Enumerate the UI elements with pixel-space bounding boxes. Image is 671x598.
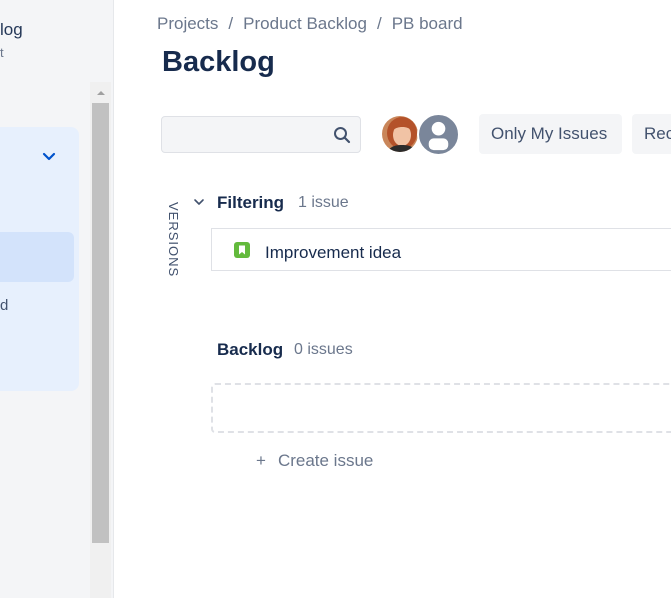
create-issue-button[interactable]: + Create issue xyxy=(256,451,373,471)
sidebar-project-subtitle: t xyxy=(0,45,4,60)
sprint-issue-count: 1 issue xyxy=(298,194,349,211)
chevron-down-icon[interactable] xyxy=(42,150,56,164)
scrollbar-thumb[interactable] xyxy=(92,103,109,543)
empty-backlog-dropzone[interactable] xyxy=(211,383,671,433)
sidebar-item-active[interactable] xyxy=(0,232,74,282)
issue-card[interactable]: Improvement idea xyxy=(211,228,671,271)
breadcrumb-separator: / xyxy=(376,14,382,33)
breadcrumb-pb-board[interactable]: PB board xyxy=(392,14,463,33)
page-title: Backlog xyxy=(162,46,275,78)
avatar-placeholder[interactable] xyxy=(417,113,460,156)
chevron-down-icon[interactable] xyxy=(192,195,206,209)
recently-updated-button[interactable]: Rec xyxy=(632,114,671,154)
versions-panel-tab[interactable]: VERSIONS xyxy=(163,200,183,278)
story-icon xyxy=(234,242,250,258)
user-photo-icon xyxy=(382,116,418,152)
create-issue-label: Create issue xyxy=(277,451,374,470)
issue-summary: Improvement idea xyxy=(265,243,402,262)
breadcrumb-separator: / xyxy=(228,14,234,33)
search-icon xyxy=(334,127,351,144)
only-my-issues-button[interactable]: Only My Issues xyxy=(479,114,622,154)
avatar[interactable] xyxy=(380,114,420,154)
versions-tab-label: VERSIONS xyxy=(166,202,181,278)
sidebar-project-title[interactable]: log xyxy=(0,20,23,40)
sprint-name[interactable]: Filtering xyxy=(217,193,284,213)
scroll-up-arrow-icon[interactable] xyxy=(94,86,108,100)
breadcrumb-product-backlog[interactable]: Product Backlog xyxy=(243,14,367,33)
breadcrumb-projects[interactable]: Projects xyxy=(157,14,218,33)
backlog-issue-count: 0 issues xyxy=(294,341,353,358)
search-input[interactable] xyxy=(161,116,361,153)
sidebar-item[interactable]: d xyxy=(0,297,8,314)
breadcrumb: Projects / Product Backlog / PB board xyxy=(157,14,463,34)
plus-icon: + xyxy=(256,451,266,470)
person-icon xyxy=(428,121,449,151)
backlog-name: Backlog xyxy=(217,340,284,359)
